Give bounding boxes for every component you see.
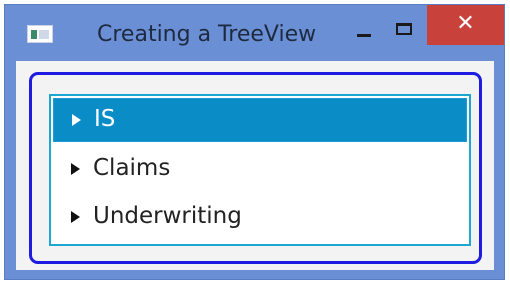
app-icon-stripe [31,30,37,39]
close-icon: ✕ [456,11,475,36]
minimize-button[interactable] [349,19,379,47]
minimize-icon [357,34,371,37]
window-title: Creating a TreeView [97,22,317,47]
tree-item-label: Claims [93,155,171,181]
title-bar[interactable]: Creating a TreeView ✕ [5,5,504,61]
app-window: Creating a TreeView ✕ IS Claims Underwri… [4,4,505,280]
tree-item-label: IS [94,106,116,132]
tree-item-underwriting[interactable]: Underwriting [53,196,467,240]
expand-arrow-icon[interactable] [71,163,80,175]
tree-item-label: Underwriting [93,203,242,229]
tree-item-claims[interactable]: Claims [53,148,467,192]
tree-item-is[interactable]: IS [53,98,467,142]
app-icon-panel [39,30,49,39]
maximize-icon [396,23,412,35]
window-app-icon[interactable] [27,25,53,43]
tree-view[interactable]: IS Claims Underwriting [49,94,471,246]
expand-arrow-icon[interactable] [71,211,80,223]
maximize-button[interactable] [389,17,419,45]
close-button[interactable]: ✕ [427,5,504,45]
expand-arrow-icon[interactable] [72,114,81,126]
window-client-area: IS Claims Underwriting [16,61,494,270]
